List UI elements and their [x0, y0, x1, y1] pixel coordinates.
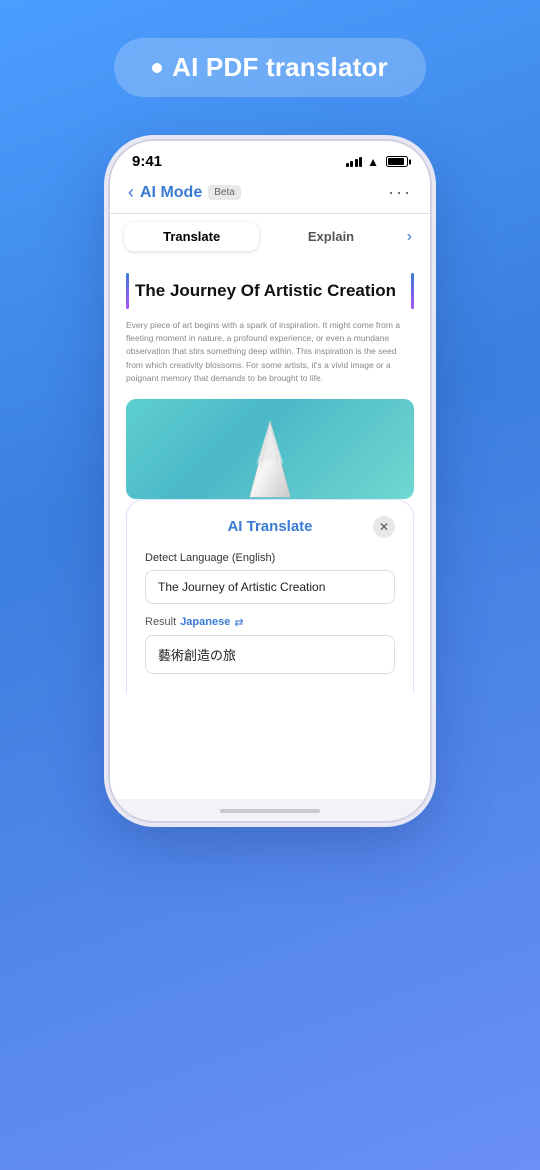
sculpture-svg — [235, 419, 305, 499]
result-label: Result Japanese ⇄ — [145, 616, 395, 629]
title-accent-right — [411, 273, 414, 309]
home-indicator — [110, 799, 430, 821]
status-time: 9:41 — [132, 153, 162, 170]
doc-image — [126, 399, 414, 499]
translate-panel: AI Translate ✕ Detect Language (English)… — [126, 499, 414, 694]
title-accent-left — [126, 273, 129, 309]
back-button[interactable]: ‹ — [128, 182, 134, 203]
close-button[interactable]: ✕ — [373, 516, 395, 538]
status-icons: ▲ — [346, 155, 408, 169]
tab-explain[interactable]: Explain — [263, 222, 398, 251]
header-dot — [152, 63, 162, 73]
nav-left: ‹ AI Mode Beta — [128, 182, 241, 203]
tab-translate[interactable]: Translate — [124, 222, 259, 251]
app-title: AI PDF translator — [172, 52, 388, 83]
result-language[interactable]: Japanese — [180, 616, 230, 628]
tab-bar: Translate Explain › — [110, 214, 430, 259]
nav-bar: ‹ AI Mode Beta ··· — [110, 174, 430, 214]
panel-title: AI Translate — [167, 518, 373, 535]
panel-header: AI Translate ✕ — [145, 516, 395, 538]
source-text-box: The Journey of Artistic Creation — [145, 570, 395, 604]
status-bar: 9:41 ▲ — [110, 141, 430, 174]
doc-title: The Journey Of Artistic Creation — [135, 281, 405, 301]
result-text-box: 藝術創造の旅 — [145, 635, 395, 674]
tab-arrow[interactable]: › — [403, 228, 416, 246]
swap-icon[interactable]: ⇄ — [234, 616, 243, 629]
home-bar — [220, 809, 320, 813]
wifi-icon: ▲ — [367, 155, 379, 169]
phone-frame: 9:41 ▲ ‹ AI Mode Beta ··· Translate Expl… — [110, 141, 430, 821]
nav-title: AI Mode — [140, 184, 202, 202]
doc-body: Every piece of art begins with a spark o… — [126, 319, 414, 385]
app-header: AI PDF translator — [114, 38, 426, 97]
more-button[interactable]: ··· — [388, 182, 412, 203]
content-area: The Journey Of Artistic Creation Every p… — [110, 259, 430, 799]
doc-title-container: The Journey Of Artistic Creation — [126, 273, 414, 309]
beta-badge: Beta — [208, 185, 241, 200]
signal-icon — [346, 157, 363, 167]
battery-icon — [386, 156, 408, 167]
detect-label: Detect Language (English) — [145, 552, 395, 564]
